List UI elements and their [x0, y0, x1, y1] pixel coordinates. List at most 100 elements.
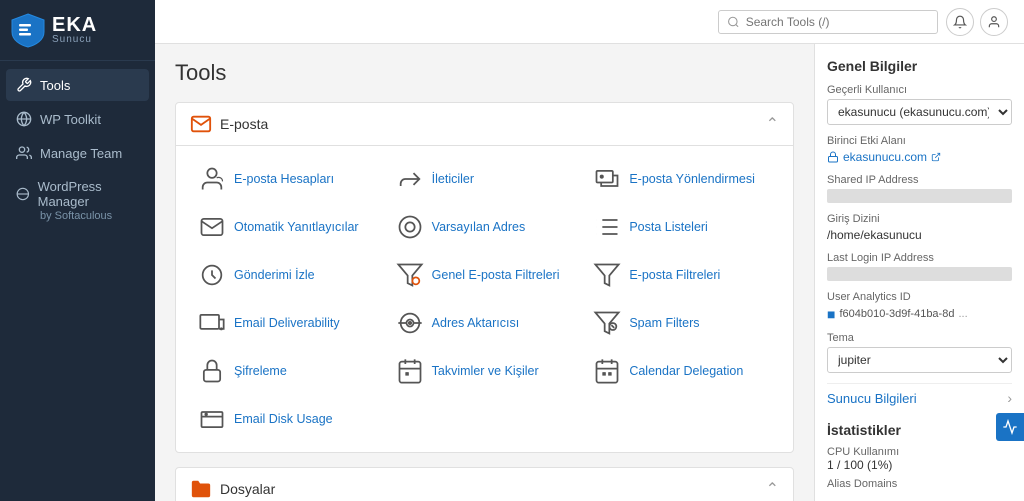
tool-genel-eposta-label: Genel E-posta Filtreleri: [432, 268, 560, 282]
tool-otomatik-yanitlayicilar[interactable]: Otomatik Yanıtlayıcılar: [190, 206, 384, 248]
tool-ileticiler[interactable]: İleticiler: [388, 158, 582, 200]
tool-takvimler-label: Takvimler ve Kişiler: [432, 364, 539, 378]
tool-varsayilan-adres[interactable]: Varsayılan Adres: [388, 206, 582, 248]
sunucu-bilgileri-row[interactable]: Sunucu Bilgileri ›: [827, 383, 1012, 412]
eposta-section-body: E-posta Hesapları İleticiler: [176, 146, 793, 452]
tool-gonderimi-izle[interactable]: Gönderimi İzle: [190, 254, 384, 296]
search-icon: [727, 15, 740, 29]
shared-ip-label: Shared IP Address: [827, 174, 1012, 186]
eposta-section-header[interactable]: E-posta ⌃: [176, 103, 793, 146]
tema-field: Tema jupiter: [827, 332, 1012, 373]
sidebar-item-tools[interactable]: Tools: [6, 69, 149, 101]
bell-icon-button[interactable]: [946, 8, 974, 36]
gecerli-kullanici-label: Geçerli Kullanıcı: [827, 84, 1012, 96]
giris-dizini-field: Giriş Dizini /home/ekasunucu: [827, 213, 1012, 242]
filter-icon: [593, 261, 621, 289]
birinci-etki-alani-field: Birinci Etki Alanı ekasunucu.com: [827, 135, 1012, 164]
tool-takvimler-kisiler[interactable]: Takvimler ve Kişiler: [388, 350, 582, 392]
forward-icon: [396, 165, 424, 193]
giris-dizini-value: /home/ekasunucu: [827, 228, 1012, 242]
panel-title: Genel Bilgiler: [827, 58, 1012, 74]
tool-email-deliverability[interactable]: Email Deliverability: [190, 302, 384, 344]
eka-logo-icon: [10, 12, 46, 48]
tool-genel-eposta-filtreleri[interactable]: Genel E-posta Filtreleri: [388, 254, 582, 296]
chart-icon-button[interactable]: [996, 413, 1024, 441]
filter-global-icon: [396, 261, 424, 289]
importer-icon: [396, 309, 424, 337]
redirect-icon: [593, 165, 621, 193]
tool-deliverability-label: Email Deliverability: [234, 316, 340, 330]
external-link-icon: [931, 152, 941, 162]
tool-eposta-yonlendirmesi[interactable]: E-posta Yönlendirmesi: [585, 158, 779, 200]
chart-icon: [1002, 419, 1018, 435]
wordpress-icon: [16, 111, 32, 127]
sidebar-item-wp-toolkit[interactable]: WP Toolkit: [6, 103, 149, 135]
tool-eposta-filtreleri[interactable]: E-posta Filtreleri: [585, 254, 779, 296]
mail-icon: [190, 113, 212, 135]
wordpress-manager-icon: [16, 186, 30, 202]
calendar-delegate-icon: [593, 357, 621, 385]
alias-label: Alias Domains: [827, 478, 1012, 490]
sunucu-bilgileri-label: Sunucu Bilgileri: [827, 391, 917, 406]
sunucu-chevron-icon: ›: [1007, 390, 1012, 406]
tool-varsayilan-label: Varsayılan Adres: [432, 220, 526, 234]
gecerli-kullanici-select[interactable]: ekasunucu (ekasunucu.com): [827, 99, 1012, 125]
domain-link[interactable]: ekasunucu.com: [827, 150, 1012, 164]
tool-adres-label: Adres Aktarıcısı: [432, 316, 520, 330]
sidebar-item-manage-team[interactable]: Manage Team: [6, 137, 149, 169]
analytics-label: User Analytics ID: [827, 291, 1012, 303]
cpu-value: 1 / 100 (1%): [827, 458, 1012, 472]
tool-spam-filters[interactable]: Spam Filters: [585, 302, 779, 344]
mailing-list-icon: [593, 213, 621, 241]
last-login-label: Last Login IP Address: [827, 252, 1012, 264]
tool-posta-listeleri[interactable]: Posta Listeleri: [585, 206, 779, 248]
sidebar-item-wordpress-manager[interactable]: WordPress Manager by Softaculous: [6, 171, 149, 232]
tool-calendar-delegation[interactable]: Calendar Delegation: [585, 350, 779, 392]
sidebar-wptoolkit-label: WP Toolkit: [40, 112, 101, 127]
tool-email-disk-label: Email Disk Usage: [234, 412, 333, 426]
tool-eposta-yonlendirmesi-label: E-posta Yönlendirmesi: [629, 172, 755, 186]
logo: EKA Sunucu: [0, 0, 155, 61]
track-icon: [198, 261, 226, 289]
logo-sunucu: Sunucu: [52, 35, 97, 45]
analytics-value: ■ f604b010-3d9f-41ba-8d ...: [827, 306, 1012, 322]
tema-select[interactable]: jupiter: [827, 347, 1012, 373]
topbar-icons: [946, 8, 1008, 36]
eposta-tools-grid: E-posta Hesapları İleticiler: [190, 158, 779, 440]
page-title: Tools: [175, 60, 794, 86]
tool-sifreleme-label: Şifreleme: [234, 364, 287, 378]
sidebar-manage-team-label: Manage Team: [40, 146, 122, 161]
cpu-label: CPU Kullanımı: [827, 446, 1012, 458]
tool-sifreleme[interactable]: Şifreleme: [190, 350, 384, 392]
logo-eka: EKA: [52, 15, 97, 35]
autoresponder-icon: [198, 213, 226, 241]
dosyalar-section-header[interactable]: Dosyalar ⌃: [176, 468, 793, 501]
tool-adres-aktaricisi[interactable]: Adres Aktarıcısı: [388, 302, 582, 344]
tool-otomatik-label: Otomatik Yanıtlayıcılar: [234, 220, 359, 234]
logo-text: EKA Sunucu: [52, 15, 97, 45]
eposta-collapse-icon[interactable]: ⌃: [766, 114, 779, 134]
right-panel: Genel Bilgiler Geçerli Kullanıcı ekasunu…: [814, 44, 1024, 501]
tool-eposta-hesaplari[interactable]: E-posta Hesapları: [190, 158, 384, 200]
users-icon: [16, 145, 32, 161]
cpu-stat-row: CPU Kullanımı 1 / 100 (1%): [827, 446, 1012, 472]
search-input[interactable]: [746, 15, 929, 29]
lock-icon: [827, 151, 839, 163]
search-bar[interactable]: [718, 10, 938, 34]
content-area: Tools E-posta ⌃: [155, 44, 1024, 501]
calendar-contacts-icon: [396, 357, 424, 385]
last-login-field: Last Login IP Address ██████████: [827, 252, 1012, 281]
wp-manager-sub: by Softaculous: [16, 209, 139, 224]
bell-icon: [953, 15, 967, 29]
user-icon-button[interactable]: [980, 8, 1008, 36]
tool-gonderimi-label: Gönderimi İzle: [234, 268, 315, 282]
shared-ip-value: ██████████: [827, 189, 1012, 203]
tool-email-disk-usage[interactable]: Email Disk Usage: [190, 398, 384, 440]
tool-calendar-delegation-label: Calendar Delegation: [629, 364, 743, 378]
tool-spam-label: Spam Filters: [629, 316, 699, 330]
birinci-etki-alani-label: Birinci Etki Alanı: [827, 135, 1012, 147]
tools-panel: Tools E-posta ⌃: [155, 44, 814, 501]
eposta-section: E-posta ⌃ E-posta Hesapları: [175, 102, 794, 453]
deliverability-icon: [198, 309, 226, 337]
dosyalar-collapse-icon[interactable]: ⌃: [766, 479, 779, 499]
